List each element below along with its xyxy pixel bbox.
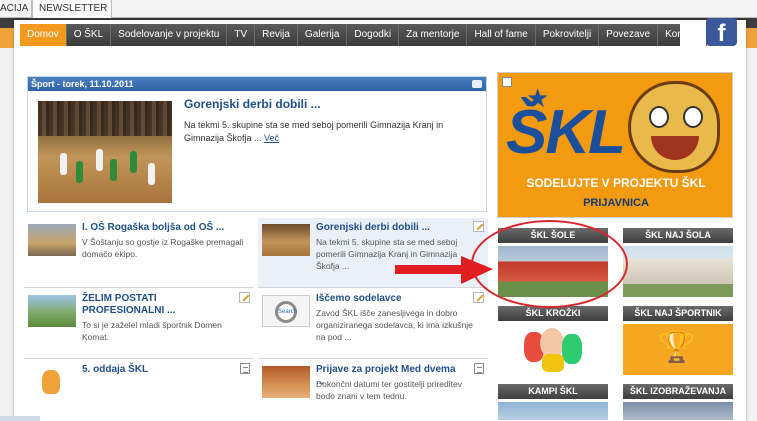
article-title[interactable]: Iščemo sodelavce	[316, 293, 466, 305]
featured-category-date: Šport - torek, 11.10.2011	[31, 79, 134, 89]
edit-icon[interactable]	[473, 292, 484, 303]
signup-link[interactable]: PRIJAVNICA	[498, 197, 732, 209]
article-thumbnail[interactable]	[262, 224, 310, 256]
nav-dogodki[interactable]: Dogodki	[347, 24, 400, 46]
featured-header: Šport - torek, 11.10.2011	[28, 77, 486, 91]
article-excerpt: Dokončni datumi ter gostitelji priredite…	[316, 379, 462, 401]
tile-label[interactable]: ŠKL NAJ ŠOLA	[623, 228, 733, 243]
nav-domov[interactable]: Domov	[20, 24, 67, 46]
facebook-icon[interactable]: f	[706, 18, 737, 46]
tile-skl-naj-sportnik[interactable]: ŠKL NAJ ŠPORTNIK 🏆	[623, 306, 733, 375]
nav-hall-of-fame[interactable]: Hall of fame	[467, 24, 536, 46]
featured-image[interactable]	[38, 101, 172, 203]
main-nav: Domov O ŠKL Sodelovanje v projektu TV Re…	[20, 24, 708, 46]
list-item[interactable]: I. OŠ Rogaška boljša od OŠ ... V Šoštanj…	[24, 218, 254, 288]
nav-kontakt[interactable]: Kontakt	[658, 24, 708, 46]
article-thumbnail[interactable]	[262, 366, 310, 398]
tile-image[interactable]	[498, 402, 608, 420]
nav-tv[interactable]: TV	[227, 24, 256, 46]
tab-newsletter[interactable]: NEWSLETTER	[32, 0, 112, 18]
tile-image[interactable]	[498, 324, 608, 375]
article-excerpt: To si je zaželel mladi športnik Domen Ko…	[82, 320, 222, 342]
trophy-icon: 🏆	[658, 331, 696, 364]
nav-o-skl[interactable]: O ŠKL	[67, 24, 112, 46]
article-thumbnail[interactable]	[28, 224, 76, 256]
magnifier-icon: Search	[275, 301, 297, 323]
tile-image[interactable]	[623, 246, 733, 297]
promo-slogan: SODELUJTE V PROJEKTU ŠKL	[526, 176, 706, 190]
featured-title[interactable]: Gorenjski derbi dobili ...	[184, 97, 321, 111]
search-thumbnail[interactable]: Search	[262, 295, 310, 327]
article-excerpt: V Šoštanju so gostje iz Rogaške premagal…	[82, 237, 244, 259]
mascot-image	[628, 81, 720, 173]
tab-acija[interactable]: ACIJA	[0, 0, 32, 18]
article-title[interactable]: Gorenjski derbi dobili ...	[316, 222, 466, 234]
list-item[interactable]: Prijave za projekt Med dvema ... Dokončn…	[258, 360, 488, 416]
skl-logo: ŠKL	[506, 98, 626, 167]
read-more-link[interactable]: Več	[264, 133, 279, 143]
top-tab-bar: ACIJA NEWSLETTER	[0, 0, 757, 18]
article-title[interactable]: 5. oddaja ŠKL	[82, 364, 232, 376]
tile-skl-krozki[interactable]: ŠKL KROŽKI	[498, 306, 608, 375]
article-thumbnail[interactable]	[28, 295, 76, 327]
nav-galerija[interactable]: Galerija	[298, 24, 348, 46]
tile-label[interactable]: ŠKL KROŽKI	[498, 306, 608, 321]
nav-sodelovanje[interactable]: Sodelovanje v projektu	[111, 24, 228, 46]
tile-label[interactable]: KAMPI ŠKL	[498, 384, 608, 399]
article-title[interactable]: ŽELIM POSTATI PROFESIONALNI ...	[82, 293, 232, 317]
status-strip	[0, 416, 40, 421]
nav-pokrovitelji[interactable]: Pokrovitelji	[536, 24, 600, 46]
video-icon[interactable]	[240, 363, 250, 374]
featured-excerpt: Na tekmi 5. skupine sta se med seboj pom…	[184, 120, 444, 143]
list-item[interactable]: Search Iščemo sodelavce Zavod ŠKL išče z…	[258, 289, 488, 359]
tile-skl-izobrazevanja[interactable]: ŠKL IZOBRAŽEVANJA	[623, 384, 733, 420]
tile-label[interactable]: ŠKL NAJ ŠPORTNIK	[623, 306, 733, 321]
list-item[interactable]: 5. oddaja ŠKL	[24, 360, 254, 416]
tile-label[interactable]: ŠKL IZOBRAŽEVANJA	[623, 384, 733, 399]
featured-article: Šport - torek, 11.10.2011 Gorenjski derb…	[27, 76, 487, 212]
tile-kampi-skl[interactable]: KAMPI ŠKL	[498, 384, 608, 420]
image-icon	[502, 77, 512, 87]
article-excerpt: Zavod ŠKL išče zanesljivega in dobro org…	[316, 308, 473, 342]
annotation-arrow-icon	[395, 256, 493, 284]
document-icon[interactable]	[474, 363, 484, 374]
nav-revija[interactable]: Revija	[255, 24, 298, 46]
nav-za-mentorje[interactable]: Za mentorje	[399, 24, 468, 46]
list-item[interactable]: ŽELIM POSTATI PROFESIONALNI ... To si je…	[24, 289, 254, 359]
comment-icon[interactable]	[472, 80, 482, 88]
tile-image[interactable]	[623, 402, 733, 420]
nav-povezave[interactable]: Povezave	[599, 24, 659, 46]
mascot-icon	[42, 370, 60, 394]
tile-image[interactable]: 🏆	[623, 324, 733, 375]
article-thumbnail[interactable]	[28, 366, 76, 398]
tile-skl-naj-sola[interactable]: ŠKL NAJ ŠOLA	[623, 228, 733, 297]
edit-icon[interactable]	[473, 221, 484, 232]
edit-icon[interactable]	[239, 292, 250, 303]
article-title[interactable]: I. OŠ Rogaška boljša od OŠ ...	[82, 222, 232, 234]
skl-promo-banner[interactable]: ★ ŠKL SODELUJTE V PROJEKTU ŠKL PRIJAVNIC…	[497, 72, 733, 218]
